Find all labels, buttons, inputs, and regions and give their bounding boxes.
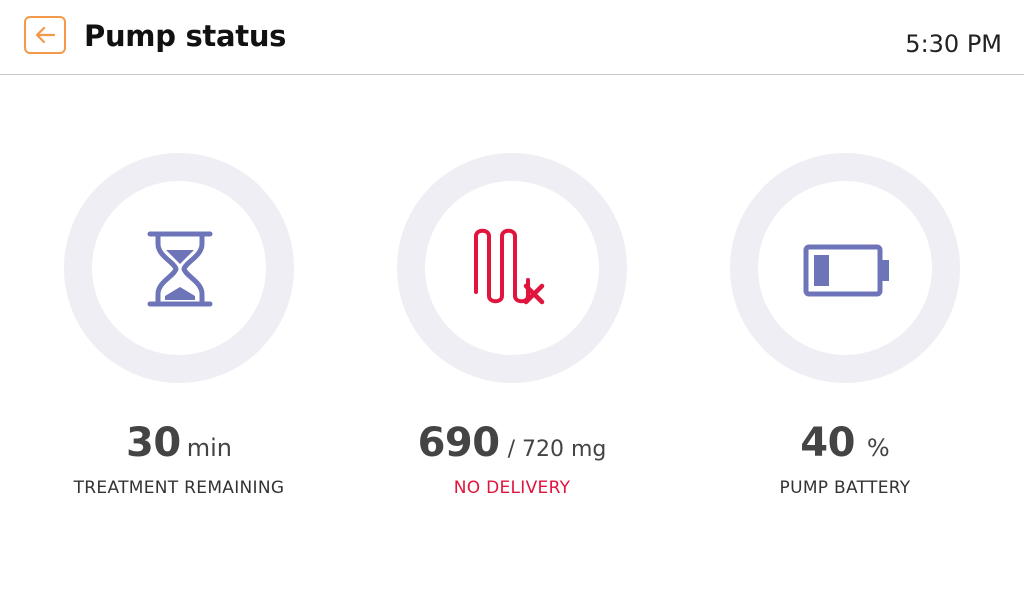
treatment-unit: min	[186, 434, 232, 462]
header-bar: Pump status 5:30 PM	[0, 0, 1024, 75]
treatment-gauge: 30 min TREATMENT REMAINING	[63, 152, 295, 512]
treatment-value-line: 30 min	[23, 420, 335, 466]
delivery-gauge: 690/ 720 mg NO DELIVERY	[396, 152, 628, 512]
delivery-total: / 720 mg	[507, 437, 607, 462]
battery-icon	[803, 244, 889, 297]
gauge-row: 30 min TREATMENT REMAINING 690/ 720 mg NO…	[0, 0, 1024, 600]
battery-value-line: 40%	[689, 420, 1001, 466]
arrow-left-icon	[35, 26, 56, 44]
clock: 5:30 PM	[905, 30, 1002, 58]
hourglass-icon	[147, 231, 213, 307]
delivery-caption: NO DELIVERY	[453, 478, 571, 498]
delivery-value-line: 690/ 720 mg	[356, 420, 668, 466]
no-delivery-icon	[474, 228, 545, 305]
battery-unit: %	[866, 434, 890, 462]
battery-caption: PUMP BATTERY	[779, 478, 911, 498]
page-title: Pump status	[84, 19, 287, 53]
delivery-value: 690	[417, 420, 501, 466]
battery-gauge: 40% PUMP BATTERY	[729, 152, 961, 512]
treatment-value: 30	[126, 420, 181, 466]
treatment-caption: TREATMENT REMAINING	[73, 478, 285, 498]
back-button[interactable]	[24, 16, 66, 54]
battery-value: 40	[800, 420, 855, 466]
